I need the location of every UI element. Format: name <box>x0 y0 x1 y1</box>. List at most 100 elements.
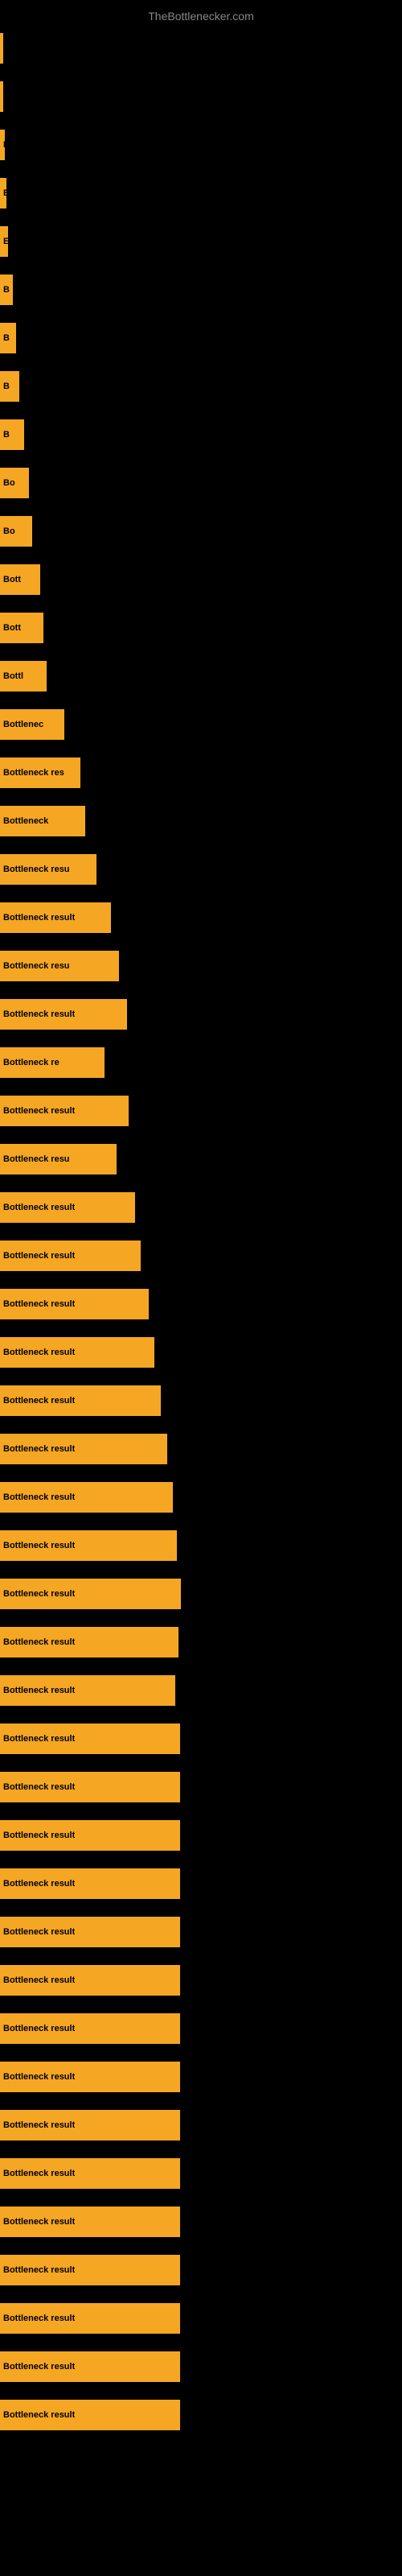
bar: Bottleneck result <box>0 1675 175 1706</box>
bar: Bottleneck result <box>0 2062 180 2092</box>
bar-label: Bottleneck result <box>3 1734 75 1744</box>
bar-label: Bott <box>3 623 21 633</box>
bar-label: B <box>3 430 10 440</box>
bar-row: Bottleneck res <box>0 749 402 797</box>
bar-row: Bottleneck result <box>0 2149 402 2198</box>
bar-row <box>0 24 402 72</box>
bar: B <box>0 419 24 450</box>
bar: Bottlenec <box>0 709 64 740</box>
bar: Bottleneck result <box>0 1917 180 1947</box>
bar: Bottleneck result <box>0 1627 178 1657</box>
bar: Bottleneck result <box>0 2255 180 2285</box>
bar-row: Bottleneck result <box>0 1715 402 1763</box>
bar-label: Bottleneck result <box>3 1492 75 1502</box>
bar: Bottleneck result <box>0 1965 180 1996</box>
bar-row: Bott <box>0 555 402 604</box>
bar-row: Bottleneck resu <box>0 942 402 990</box>
bar-row: Bo <box>0 507 402 555</box>
bar-row: Bottleneck result <box>0 1570 402 1618</box>
bar-label: Bottleneck result <box>3 2072 75 2082</box>
bar: Bo <box>0 516 32 547</box>
bar-row: Bottleneck result <box>0 1956 402 2004</box>
bar: B <box>0 323 16 353</box>
bar-row: Bottleneck result <box>0 894 402 942</box>
bar-label: Bottleneck result <box>3 2120 75 2130</box>
bar-label: Bottleneck result <box>3 1348 75 1357</box>
bar-row: Bottleneck result <box>0 2053 402 2101</box>
bar-label: Bottleneck result <box>3 1589 75 1599</box>
bar-label: Bottleneck result <box>3 1686 75 1695</box>
bar-label: Bottleneck resu <box>3 865 70 874</box>
bar-label: Bottleneck result <box>3 1927 75 1937</box>
bar-row: E <box>0 121 402 169</box>
bar: Bottleneck result <box>0 1579 181 1609</box>
bar-label: Bottleneck result <box>3 1541 75 1550</box>
bar-row: B <box>0 266 402 314</box>
bar-row: Bottleneck result <box>0 1618 402 1666</box>
bar-label: Bottleneck result <box>3 2169 75 2178</box>
bar-label: Bottleneck result <box>3 1879 75 1889</box>
bar-label: Bottlenec <box>3 720 43 729</box>
bar: Bottleneck result <box>0 2110 180 2140</box>
bar-label: Bottleneck result <box>3 1299 75 1309</box>
bars-container: EEEBBBBBoBoBottBottBottlBottlenecBottlen… <box>0 24 402 2439</box>
bar-label: E <box>3 237 8 246</box>
bar-label: Bottleneck resu <box>3 961 70 971</box>
bar-row: Bottleneck result <box>0 1666 402 1715</box>
bar-row: Bottleneck result <box>0 1811 402 1860</box>
bar: Bottleneck result <box>0 1337 154 1368</box>
bar: Bottleneck result <box>0 2303 180 2334</box>
bar: Bo <box>0 468 29 498</box>
bar-label: Bottleneck result <box>3 1975 75 1985</box>
bar: Bottleneck result <box>0 1096 129 1126</box>
bar-row: Bottleneck result <box>0 1087 402 1135</box>
bar: Bottleneck result <box>0 999 127 1030</box>
bar-row: Bottleneck result <box>0 990 402 1038</box>
bar-row: Bottleneck result <box>0 1328 402 1377</box>
bar-row: Bottleneck result <box>0 1908 402 1956</box>
bar: Bottleneck result <box>0 2013 180 2044</box>
bar-label: B <box>3 285 10 295</box>
bar-row: Bottleneck result <box>0 2343 402 2391</box>
bar-label: Bottleneck result <box>3 1203 75 1212</box>
bar-row: Bottleneck result <box>0 1183 402 1232</box>
bar: Bottleneck resu <box>0 951 119 981</box>
bar: B <box>0 275 13 305</box>
bar-label: Bo <box>3 478 15 488</box>
bar-row: Bottleneck result <box>0 1280 402 1328</box>
bar-row: Bottleneck re <box>0 1038 402 1087</box>
bar-label: Bottleneck result <box>3 2217 75 2227</box>
bar: Bottleneck <box>0 806 85 836</box>
bar-row: B <box>0 314 402 362</box>
bar-row: B <box>0 411 402 459</box>
bar-label: Bottleneck result <box>3 913 75 923</box>
bar-row: Bottleneck resu <box>0 845 402 894</box>
bar-label: B <box>3 382 10 391</box>
bar: B <box>0 371 19 402</box>
bar-label: Bott <box>3 575 21 584</box>
bar: E <box>0 178 6 208</box>
bar: Bottleneck result <box>0 1724 180 1754</box>
bar-row: Bottleneck result <box>0 1763 402 1811</box>
bar-label: Bottleneck res <box>3 768 64 778</box>
bar-label: Bottleneck result <box>3 2410 75 2420</box>
bar: Bottleneck res <box>0 758 80 788</box>
bar: Bottleneck result <box>0 1434 167 1464</box>
bar-label: E <box>3 188 6 198</box>
bar: Bott <box>0 564 40 595</box>
bar-label: Bottleneck resu <box>3 1154 70 1164</box>
bar: Bottleneck result <box>0 2207 180 2237</box>
bar-label: Bottleneck result <box>3 2314 75 2323</box>
bar-label: Bottleneck re <box>3 1058 59 1067</box>
bar-row: Bottleneck resu <box>0 1135 402 1183</box>
bar-row: Bottleneck result <box>0 2391 402 2439</box>
bar-label: Bottleneck result <box>3 2362 75 2372</box>
bar-label: E <box>3 140 5 150</box>
bar-row: Bottleneck result <box>0 1425 402 1473</box>
bar <box>0 81 3 112</box>
bar-row: Bottleneck result <box>0 2101 402 2149</box>
bar: Bottleneck re <box>0 1047 105 1078</box>
bar-label: Bottleneck result <box>3 2024 75 2033</box>
bar-label: Bottleneck result <box>3 1106 75 1116</box>
bar: Bottleneck result <box>0 1192 135 1223</box>
